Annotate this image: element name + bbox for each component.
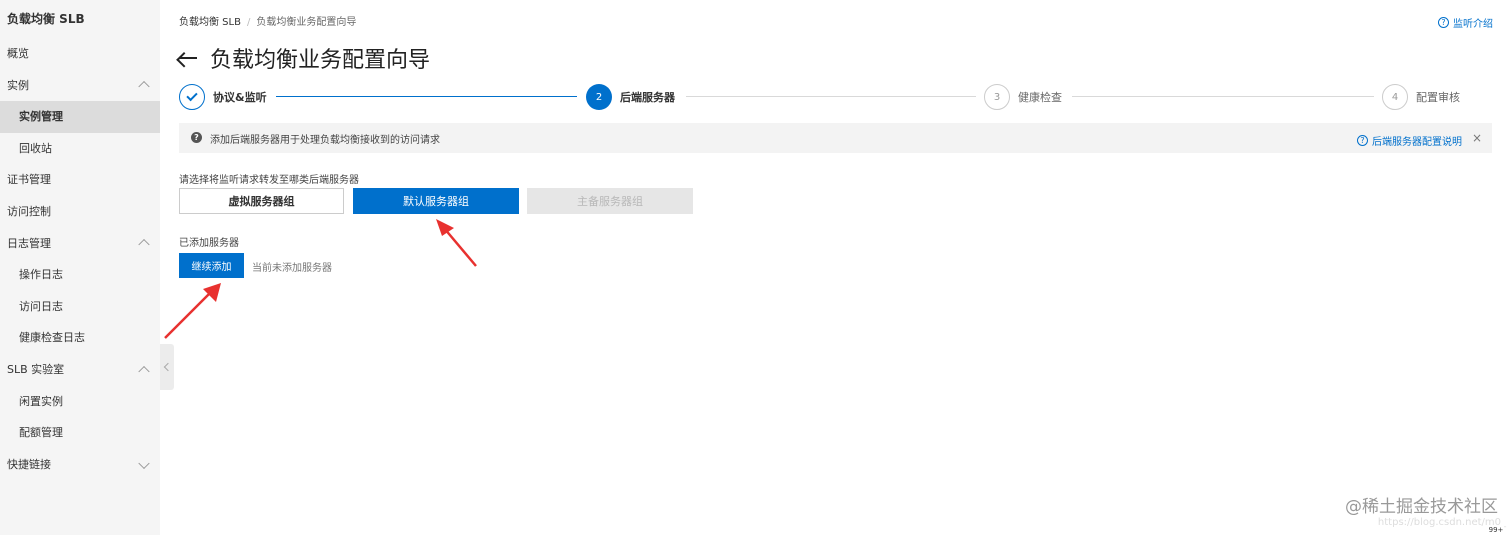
- annotation-arrow: [436, 219, 477, 267]
- annotation-arrow: [164, 283, 221, 339]
- step-label: 配置审核: [1416, 91, 1460, 104]
- sidebar-item-label: 实例: [7, 78, 29, 92]
- listener-intro-link[interactable]: ? 监听介绍: [1438, 15, 1493, 30]
- step-protocol-listener: 协议&监听: [179, 84, 267, 110]
- backend-config-doc-link[interactable]: ? 后端服务器配置说明: [1357, 133, 1462, 148]
- sidebar-item-access-logs[interactable]: 访问日志: [0, 291, 160, 323]
- step-number: 2: [586, 84, 612, 110]
- step-backend-servers: 2 后端服务器: [586, 84, 675, 110]
- sidebar-item-overview[interactable]: 概览: [0, 38, 160, 70]
- check-icon: [179, 84, 205, 110]
- page-title: 负载均衡业务配置向导: [210, 48, 431, 73]
- question-icon: ?: [1357, 135, 1368, 146]
- step-number: 3: [984, 84, 1010, 110]
- sidebar: 负载均衡 SLB 概览 实例 实例管理 回收站 证书管理 访问控制 日志管理 操…: [0, 0, 160, 535]
- sidebar-item-health-check-logs[interactable]: 健康检查日志: [0, 322, 160, 354]
- sidebar-item-recycle-bin[interactable]: 回收站: [0, 133, 160, 165]
- added-servers-label: 已添加服务器: [179, 238, 239, 249]
- breadcrumb: 负载均衡 SLB / 负载均衡业务配置向导: [179, 13, 356, 28]
- sidebar-item-label: 快捷链接: [7, 457, 51, 471]
- virtual-server-group-button[interactable]: 虚拟服务器组: [179, 188, 344, 214]
- continue-add-button[interactable]: 继续添加: [179, 253, 244, 278]
- step-connector: [276, 96, 577, 97]
- step-label: 协议&监听: [213, 91, 267, 104]
- info-notice: ? 添加后端服务器用于处理负载均衡接收到的访问请求 ? 后端服务器配置说明 ×: [179, 123, 1492, 153]
- step-label: 后端服务器: [620, 91, 675, 104]
- chevron-up-icon: [138, 365, 150, 377]
- step-number: 4: [1382, 84, 1408, 110]
- sidebar-item-certificates[interactable]: 证书管理: [0, 164, 160, 196]
- question-icon: ?: [191, 132, 202, 143]
- forward-label: 请选择将监听请求转发至哪类后端服务器: [179, 175, 359, 186]
- notice-link-label: 后端服务器配置说明: [1372, 137, 1462, 148]
- primary-backup-server-group-button: 主备服务器组: [527, 188, 693, 214]
- page-header: 负载均衡业务配置向导: [178, 42, 430, 74]
- sidebar-collapse-handle[interactable]: [160, 344, 174, 390]
- breadcrumb-current: 负载均衡业务配置向导: [256, 17, 357, 28]
- sidebar-title: 负载均衡 SLB: [7, 12, 85, 26]
- chevron-down-icon: [138, 457, 150, 469]
- sidebar-item-idle-instances[interactable]: 闲置实例: [0, 386, 160, 418]
- back-arrow-icon[interactable]: [178, 49, 198, 67]
- sidebar-item-operation-logs[interactable]: 操作日志: [0, 259, 160, 291]
- breadcrumb-separator: /: [246, 17, 251, 28]
- step-config-review: 4 配置审核: [1382, 84, 1460, 110]
- breadcrumb-root[interactable]: 负载均衡 SLB: [179, 17, 241, 28]
- notice-text: 添加后端服务器用于处理负载均衡接收到的访问请求: [210, 135, 440, 146]
- sidebar-item-quick-links[interactable]: 快捷链接: [0, 449, 160, 481]
- sidebar-item-quota-management[interactable]: 配额管理: [0, 417, 160, 449]
- chevron-up-icon: [138, 81, 150, 93]
- corner-badge: 99+: [1488, 525, 1504, 535]
- sidebar-item-instance-management[interactable]: 实例管理: [0, 101, 160, 133]
- step-health-check: 3 健康检查: [984, 84, 1062, 110]
- sidebar-item-slb-lab[interactable]: SLB 实验室: [0, 354, 160, 386]
- listener-intro-label: 监听介绍: [1453, 19, 1493, 30]
- watermark-url: https://blog.csdn.net/m0_: [1377, 517, 1506, 528]
- sidebar-item-access-control[interactable]: 访问控制: [0, 196, 160, 228]
- step-connector: [1072, 96, 1374, 97]
- sidebar-item-logs[interactable]: 日志管理: [0, 228, 160, 260]
- sidebar-item-label: SLB 实验室: [7, 362, 65, 376]
- sidebar-item-instances[interactable]: 实例: [0, 70, 160, 102]
- sidebar-item-label: 日志管理: [7, 236, 51, 250]
- question-icon: ?: [1438, 17, 1449, 28]
- step-connector: [686, 96, 976, 97]
- step-label: 健康检查: [1018, 91, 1062, 104]
- close-icon[interactable]: ×: [1472, 131, 1482, 145]
- empty-servers-text: 当前未添加服务器: [252, 263, 332, 274]
- chevron-up-icon: [138, 239, 150, 251]
- watermark: @稀土掘金技术社区: [1345, 497, 1498, 517]
- default-server-group-button[interactable]: 默认服务器组: [353, 188, 519, 214]
